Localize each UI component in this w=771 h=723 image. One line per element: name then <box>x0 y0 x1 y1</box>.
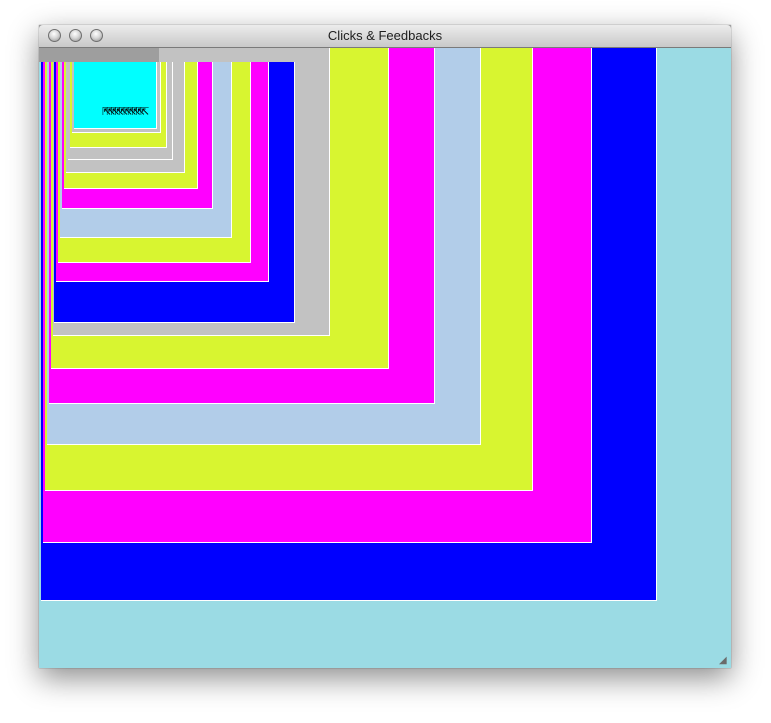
window-title: Clicks & Feedbacks <box>327 28 443 43</box>
title-bar[interactable]: Clicks & Feedbacks <box>39 25 731 48</box>
cursor-trail-icons: ⇱⇱⇱⇱⇱⇱⇱⇱⇱⇱ <box>102 106 149 118</box>
canvas-background <box>39 48 159 62</box>
app-window: Clicks & Feedbacks ⇱⇱⇱⇱⇱⇱⇱⇱⇱⇱ ◢ <box>39 25 731 668</box>
feedback-canvas[interactable]: ⇱⇱⇱⇱⇱⇱⇱⇱⇱⇱ ◢ <box>39 48 731 668</box>
feedback-rect-19 <box>74 62 157 129</box>
resize-grip-icon[interactable]: ◢ <box>719 656 729 666</box>
